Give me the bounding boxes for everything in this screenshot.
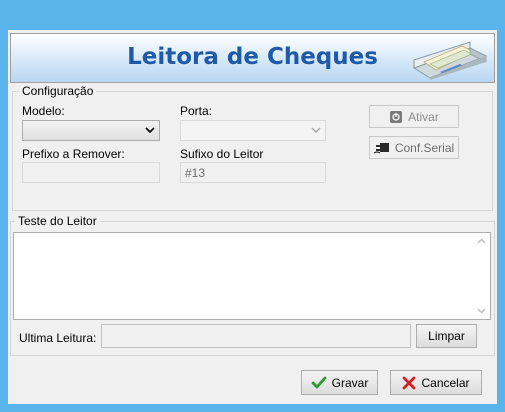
limpar-button[interactable]: Limpar [416, 324, 477, 348]
checkmark-icon [311, 376, 327, 388]
limpar-button-label: Limpar [428, 329, 465, 343]
ultima-leitura-input[interactable] [101, 324, 411, 348]
test-group-legend: Teste do Leitor [15, 214, 100, 228]
conf-serial-button[interactable]: Conf.Serial [369, 136, 459, 159]
cancelar-button[interactable]: Cancelar [390, 370, 482, 395]
prefixo-input[interactable] [22, 162, 160, 183]
power-icon [390, 110, 403, 123]
dialog-client-area: Leitora de Cheques Configuração Modelo: … [8, 30, 497, 404]
sufixo-input[interactable]: #13 [180, 162, 326, 183]
reader-test-textarea[interactable] [13, 232, 491, 320]
porta-select[interactable] [180, 120, 326, 141]
porta-label: Porta: [180, 104, 213, 118]
header-banner: Leitora de Cheques [10, 33, 495, 83]
close-icon [403, 376, 416, 389]
serial-plug-icon [373, 142, 389, 154]
check-reader-device-icon [412, 41, 488, 80]
prefixo-label: Prefixo a Remover: [22, 147, 125, 161]
window-frame: Leitora de Cheques Configuração Modelo: … [0, 0, 505, 412]
cancelar-button-label: Cancelar [421, 375, 470, 390]
scroll-down-icon[interactable] [473, 302, 490, 319]
ultima-leitura-label: Ultima Leitura: [19, 331, 97, 345]
vertical-scrollbar[interactable] [473, 233, 490, 319]
modelo-label: Modelo: [22, 104, 65, 118]
gravar-button[interactable]: Gravar [301, 370, 378, 395]
conf-serial-button-label: Conf.Serial [394, 140, 455, 155]
config-group-legend: Configuração [19, 84, 97, 98]
modelo-select[interactable] [22, 120, 160, 141]
ativar-button[interactable]: Ativar [369, 105, 459, 128]
ativar-button-label: Ativar [408, 109, 439, 124]
chevron-down-icon [311, 127, 321, 133]
scroll-up-icon[interactable] [473, 233, 490, 250]
chevron-down-icon [145, 127, 155, 134]
sufixo-label: Sufixo do Leitor [180, 147, 264, 161]
gravar-button-label: Gravar [331, 375, 369, 390]
